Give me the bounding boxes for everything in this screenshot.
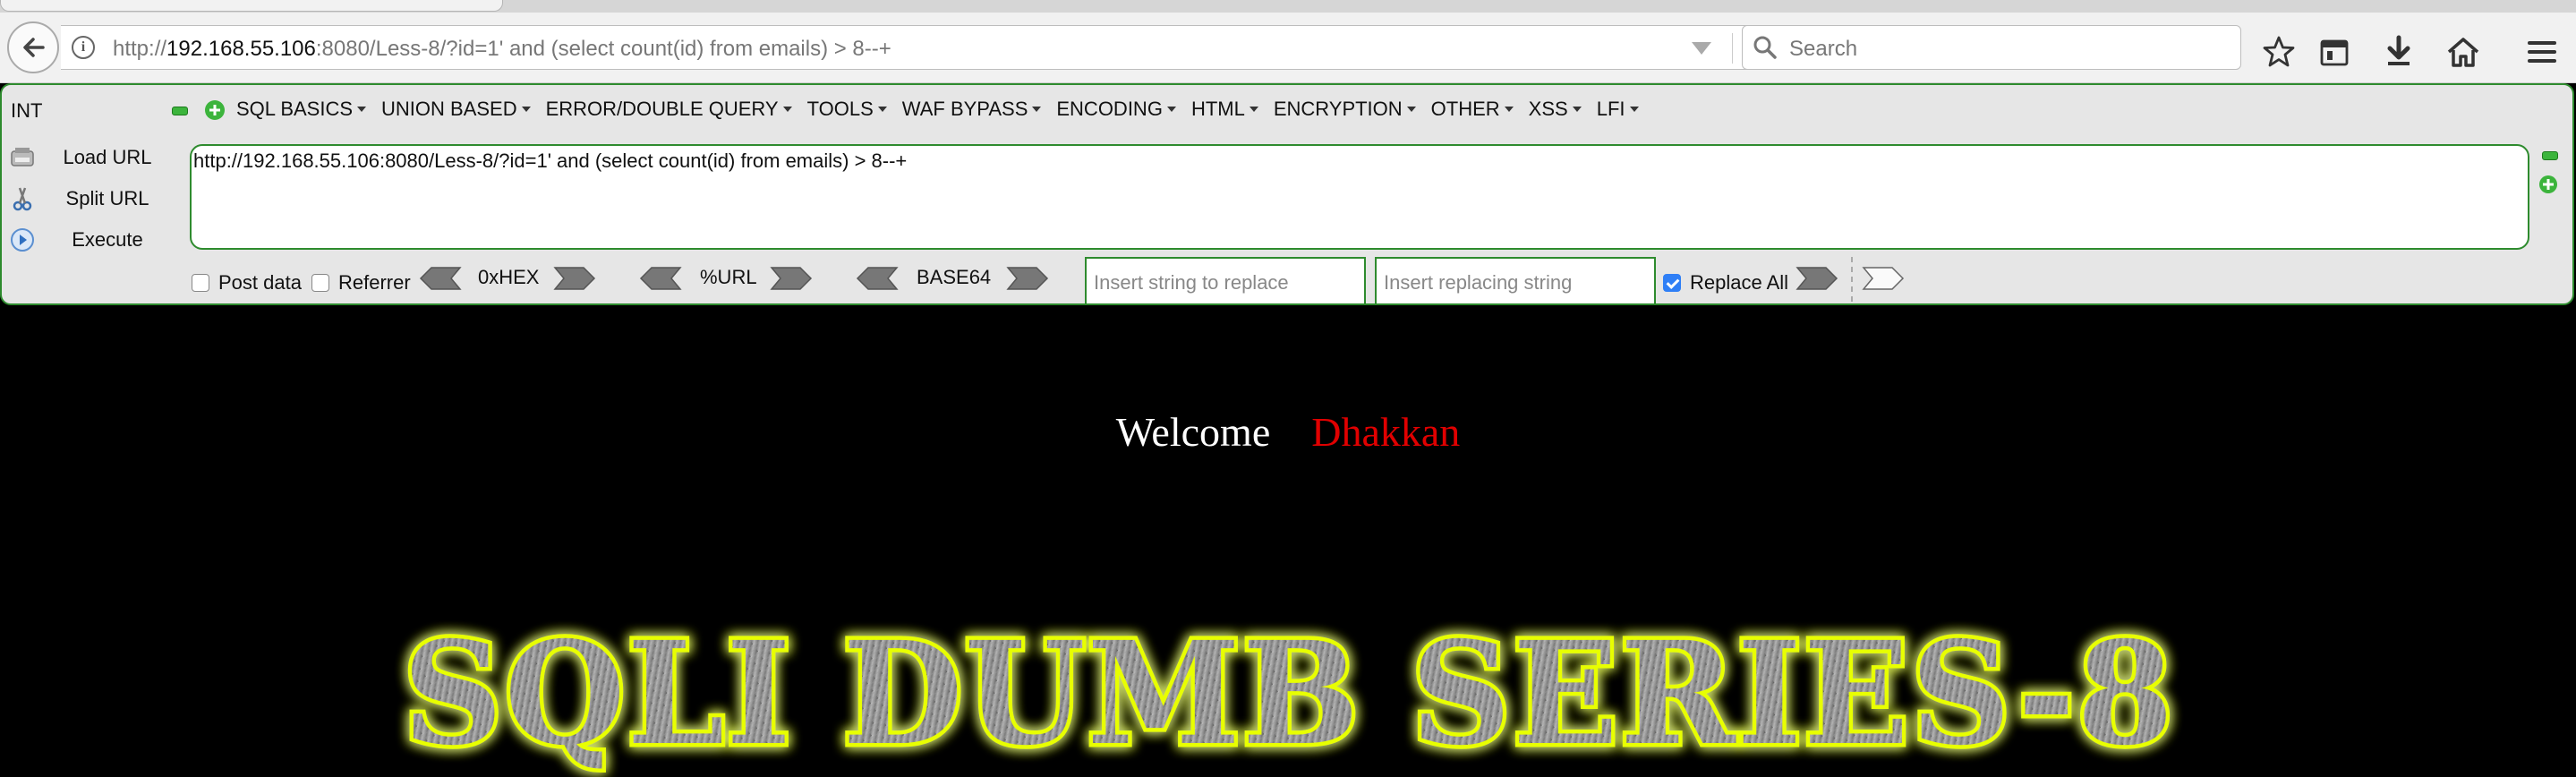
hex-decode-arrow-icon[interactable] xyxy=(419,266,462,291)
base64-encode-arrow-icon[interactable] xyxy=(1006,266,1049,291)
menu-lfi[interactable]: LFI xyxy=(1597,98,1639,121)
hackbar-divider xyxy=(1851,257,1853,302)
back-button[interactable] xyxy=(7,21,59,73)
url-decode-arrow-icon[interactable] xyxy=(639,266,682,291)
chevron-down-icon xyxy=(1249,107,1258,112)
load-url-label: Load URL xyxy=(63,146,152,168)
home-icon[interactable] xyxy=(2445,34,2481,70)
base64-label: BASE64 xyxy=(917,266,992,288)
banner-title: SQLI DUMB SERIES-8 xyxy=(403,618,2175,777)
address-url[interactable]: http://192.168.55.106:8080/Less-8/?id=1'… xyxy=(113,37,891,62)
sqli-dumb-series-banner: SQLI DUMB SERIES-8 xyxy=(399,618,2178,777)
split-url-button[interactable]: Split URL xyxy=(9,182,188,216)
chevron-down-icon xyxy=(1504,107,1514,112)
replace-all-checkbox[interactable] xyxy=(1663,274,1681,292)
hex-encode-arrow-icon[interactable] xyxy=(553,266,596,291)
search-icon xyxy=(1753,36,1777,59)
menu-encryption[interactable]: ENCRYPTION xyxy=(1274,98,1416,121)
download-icon[interactable] xyxy=(2381,34,2417,70)
url-encode-arrow-icon[interactable] xyxy=(770,266,813,291)
menu-label: XSS xyxy=(1528,98,1568,120)
welcome-message: Welcome Dhakkan xyxy=(0,408,2576,456)
search-bar[interactable]: Search xyxy=(1742,25,2241,70)
menu-label: UNION BASED xyxy=(381,98,517,120)
chevron-down-icon xyxy=(877,107,887,112)
menu-label: HTML xyxy=(1190,98,1245,120)
url-encode-label: %URL xyxy=(700,266,757,288)
menu-waf-bypass[interactable]: WAF BYPASS xyxy=(902,98,1042,121)
hackbar-plus-icon[interactable] xyxy=(204,99,226,121)
menu-encoding[interactable]: ENCODING xyxy=(1056,98,1176,121)
play-icon xyxy=(11,228,34,252)
chevron-down-icon xyxy=(1032,107,1042,112)
url-divider xyxy=(1732,33,1733,64)
menu-label: OTHER xyxy=(1430,98,1500,120)
menu-tools[interactable]: TOOLS xyxy=(807,98,887,121)
user-name: Dhakkan xyxy=(1311,409,1461,455)
url-prefix: http:// xyxy=(113,37,167,61)
url-host: 192.168.55.106 xyxy=(166,37,316,61)
search-placeholder: Search xyxy=(1789,37,1858,61)
replace-from-input[interactable]: Insert string to replace xyxy=(1085,257,1366,305)
info-icon[interactable]: i xyxy=(72,36,95,59)
menu-label: LFI xyxy=(1596,98,1625,120)
execute-label: Execute xyxy=(72,228,143,251)
menu-label: ERROR/DOUBLE QUERY xyxy=(545,98,779,120)
menu-html[interactable]: HTML xyxy=(1191,98,1258,121)
base64-decode-arrow-icon[interactable] xyxy=(856,266,899,291)
referrer-checkbox[interactable] xyxy=(311,274,329,292)
hackbar-menu: SQL BASICS UNION BASED ERROR/DOUBLE QUER… xyxy=(236,98,1654,121)
split-url-label: Split URL xyxy=(65,187,149,209)
replace-to-input[interactable]: Insert replacing string xyxy=(1375,257,1656,305)
menu-xss[interactable]: XSS xyxy=(1529,98,1582,121)
scissors-icon xyxy=(13,187,32,211)
chevron-down-icon xyxy=(357,107,367,112)
back-arrow-icon xyxy=(23,38,45,57)
replace-all-arrow-icon[interactable] xyxy=(1862,266,1905,291)
menu-hamburger-icon[interactable] xyxy=(2524,34,2560,70)
post-data-checkbox[interactable] xyxy=(192,274,209,292)
load-url-icon xyxy=(11,148,34,166)
hex-label: 0xHEX xyxy=(478,266,540,288)
execute-button[interactable]: Execute xyxy=(9,223,188,257)
load-url-button[interactable]: Load URL xyxy=(9,141,188,175)
chevron-down-icon xyxy=(1572,107,1582,112)
menu-union-based[interactable]: UNION BASED xyxy=(381,98,531,121)
url-history-dropdown-icon[interactable] xyxy=(1692,42,1711,55)
address-bar[interactable]: i http://192.168.55.106:8080/Less-8/?id=… xyxy=(61,25,1775,70)
navigation-toolbar: i http://192.168.55.106:8080/Less-8/?id=… xyxy=(0,13,2576,83)
menu-label: SQL BASICS xyxy=(236,98,354,120)
menu-label: TOOLS xyxy=(806,98,874,120)
replace-arrow-icon[interactable] xyxy=(1796,266,1838,291)
menu-label: ENCODING xyxy=(1056,98,1163,120)
chevron-down-icon xyxy=(782,107,792,112)
menu-other[interactable]: OTHER xyxy=(1431,98,1514,121)
referrer-label: Referrer xyxy=(338,271,411,294)
referrer-option[interactable]: Referrer xyxy=(311,271,411,295)
url-rest: :8080/Less-8/?id=1' and (select count(id… xyxy=(315,37,891,61)
welcome-text: Welcome xyxy=(1115,409,1271,455)
chevron-down-icon xyxy=(1406,107,1416,112)
hackbar-mode-label[interactable]: INT xyxy=(11,99,42,123)
replace-all-option[interactable]: Replace All xyxy=(1663,271,1788,295)
chevron-down-icon xyxy=(1629,107,1639,112)
hackbar-url-textarea[interactable]: http://192.168.55.106:8080/Less-8/?id=1'… xyxy=(190,144,2529,250)
tab-strip xyxy=(0,0,2576,13)
menu-sql-basics[interactable]: SQL BASICS xyxy=(236,98,367,121)
menu-error-double-query[interactable]: ERROR/DOUBLE QUERY xyxy=(546,98,792,121)
active-tab[interactable] xyxy=(0,0,503,12)
chevron-down-icon xyxy=(521,107,531,112)
menu-label: WAF BYPASS xyxy=(901,98,1028,120)
chevron-down-icon xyxy=(1166,107,1176,112)
hackbar-panel: INT SQL BASICS UNION BASED ERROR/DOUBLE … xyxy=(0,83,2574,305)
textarea-shrink-icon[interactable] xyxy=(2542,151,2558,160)
hackbar-minus-icon[interactable] xyxy=(172,107,188,115)
bookmark-star-icon[interactable] xyxy=(2261,34,2297,70)
post-data-option[interactable]: Post data xyxy=(192,271,302,295)
replace-all-label: Replace All xyxy=(1690,271,1789,294)
menu-label: ENCRYPTION xyxy=(1273,98,1403,120)
textarea-grow-icon[interactable] xyxy=(2538,175,2558,194)
reading-list-icon[interactable] xyxy=(2316,34,2352,70)
post-data-label: Post data xyxy=(218,271,302,294)
